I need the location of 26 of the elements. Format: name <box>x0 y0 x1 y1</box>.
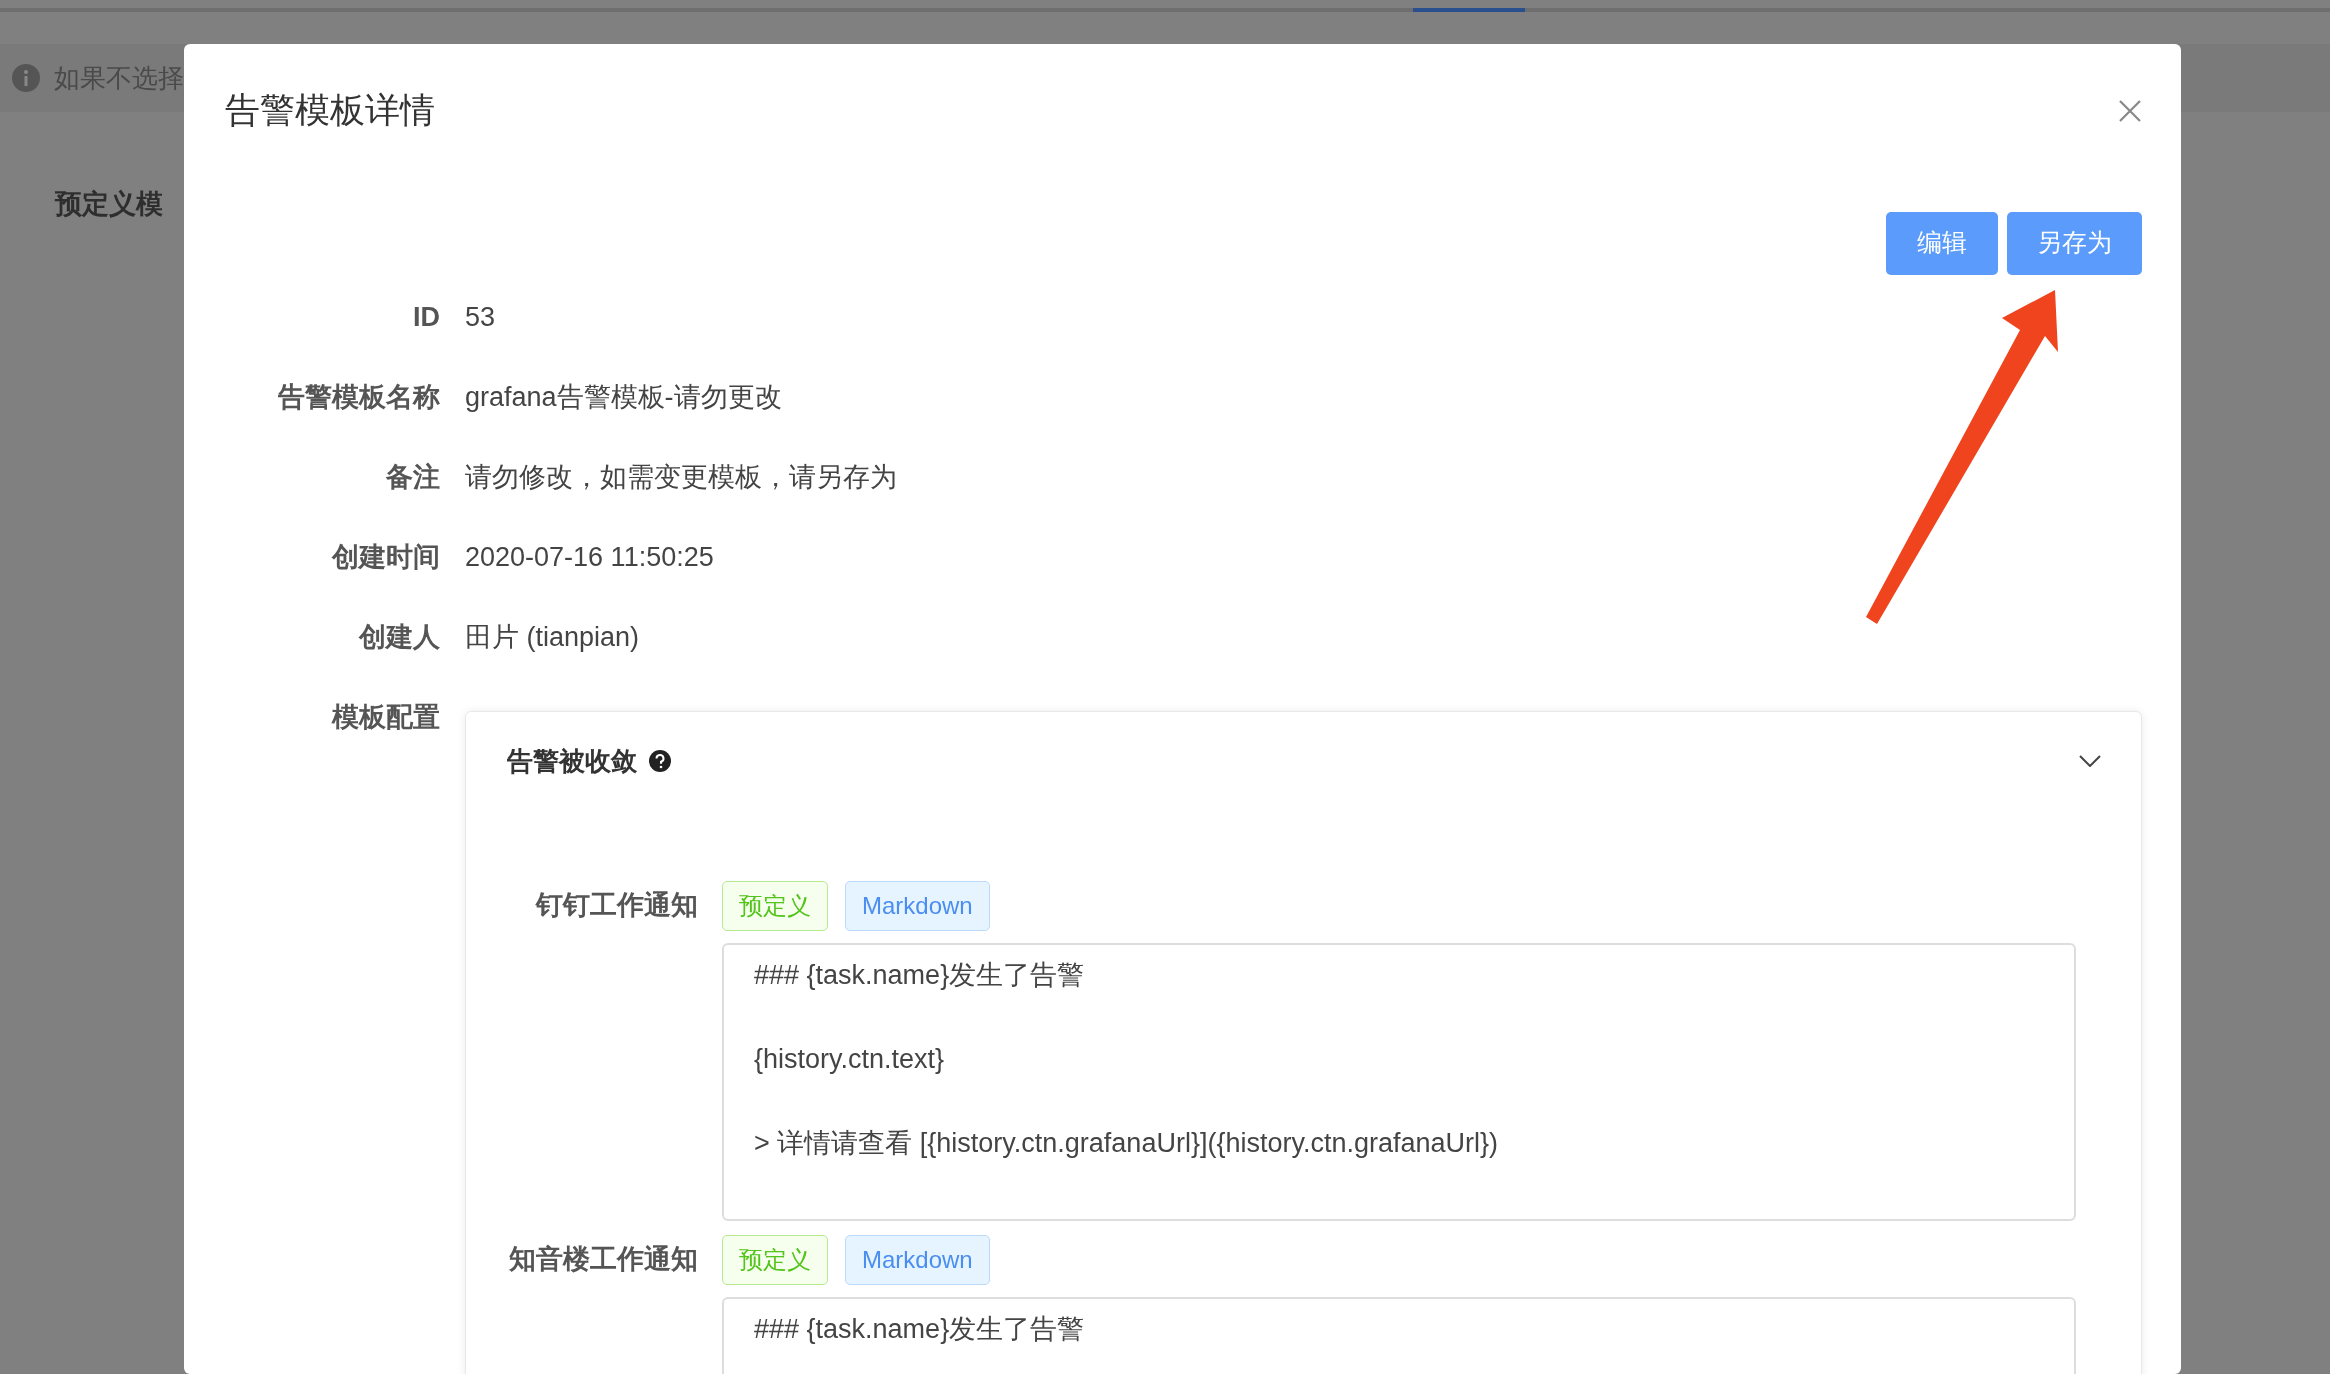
channel-label: 知音楼工作通知 <box>508 1243 698 1277</box>
field-label: 告警模板名称 <box>277 380 440 414</box>
dialog-title: 告警模板详情 <box>225 89 435 131</box>
tag: Markdown <box>845 880 990 931</box>
tag: 预定义 <box>722 880 828 931</box>
field-value: 请勿修改，如需变更模板，请另存为 <box>465 460 897 494</box>
field-value: grafana告警模板-请勿更改 <box>465 380 782 414</box>
field-label: 创建人 <box>357 620 440 654</box>
field-label: ID <box>412 300 440 334</box>
text-area[interactable]: ### {task.name}发生了告警 {history.ctn.text} > 详情请查看 [{history.ctn.grafanaUrl}]({history.ctn.grafanaUrl}) <box>722 942 2076 1221</box>
field-value: 田片 (tianpian) <box>465 620 640 654</box>
tag: 预定义 <box>722 1234 828 1285</box>
field-value: 53 <box>465 300 496 334</box>
field-value: 2020-07-16 11:50:25 <box>465 540 714 574</box>
field-label: 备注 <box>385 460 440 494</box>
text-area[interactable]: ### {task.name}发生了告警 <box>722 1296 2076 1374</box>
info-icon <box>12 64 40 92</box>
help-icon <box>649 750 671 772</box>
section-title: 预定义模 <box>55 188 164 221</box>
channel-label: 钉钉工作通知 <box>534 889 698 923</box>
tag: Markdown <box>845 1234 990 1285</box>
close-icon[interactable] <box>2119 100 2141 122</box>
field-label: 模板配置 <box>330 700 440 734</box>
chevron-down-icon[interactable] <box>2079 755 2101 767</box>
panel-title: 告警被收敛 <box>507 744 637 778</box>
field-label: 创建时间 <box>330 540 440 574</box>
